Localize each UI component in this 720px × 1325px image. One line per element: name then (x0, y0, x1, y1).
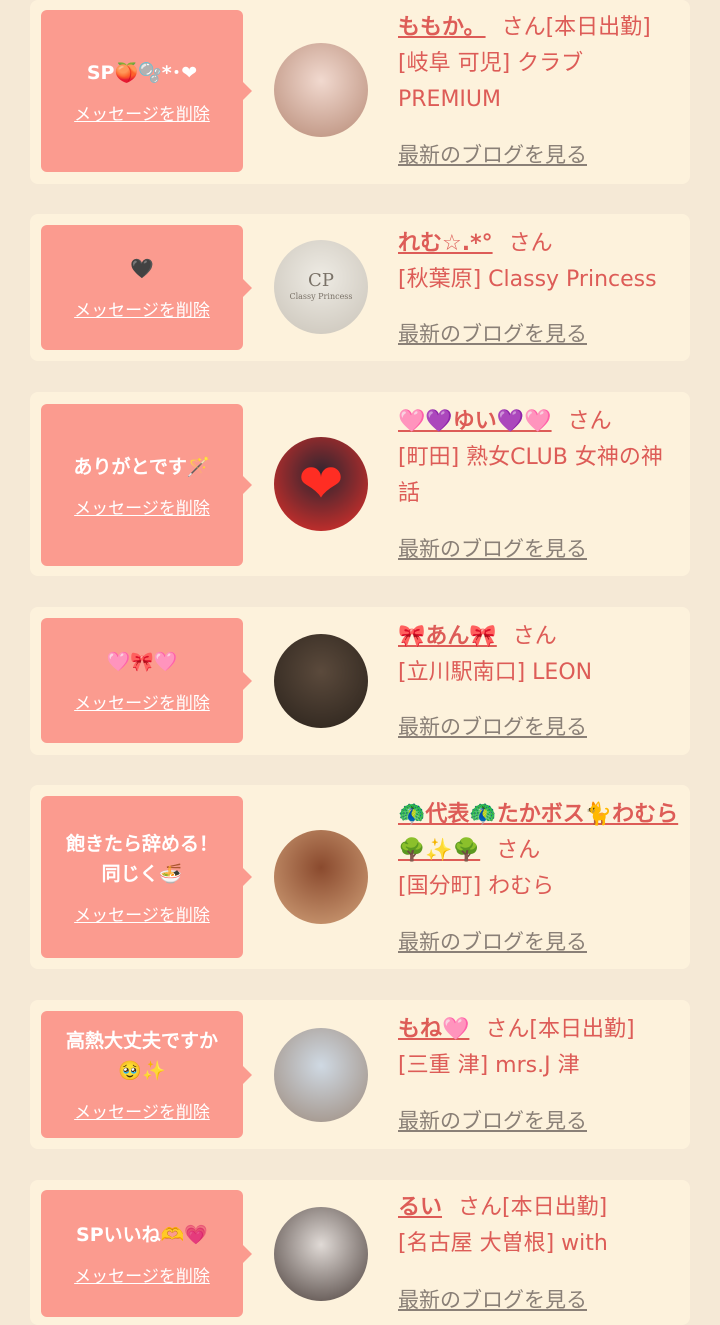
message-bubble: ありがとです🪄 メッセージを削除 (41, 404, 252, 566)
sender-status: さん[本日出勤] (501, 15, 651, 40)
heart-icon: ❤ (298, 452, 344, 515)
message-bubble: 飽きたら辞める！ 同じく🍜 メッセージを削除 (41, 796, 252, 958)
sender-status: さん[本日出勤] (458, 1195, 608, 1220)
message-text: 🖤 (130, 258, 154, 280)
message-card: 飽きたら辞める！ 同じく🍜 メッセージを削除 🦚代表🦚たかボス🐈わむら🌳✨🌳 さん [国… (30, 785, 690, 969)
message-card: 🩷🎀🩷 メッセージを削除 🎀あん🎀 さん [立川駅南口] LEON 最新のブログを見る (30, 607, 690, 755)
message-bubble: 🖤 メッセージを削除 (41, 225, 252, 350)
sender-name-link[interactable]: 🎀あん🎀 (398, 624, 497, 649)
delete-message-link[interactable]: メッセージを削除 (74, 1262, 210, 1287)
sender-status: さん (567, 409, 612, 434)
sender-info: れむ☆.*° さん [秋葉原] Classy Princess (398, 226, 682, 298)
delete-message-link[interactable]: メッセージを削除 (74, 296, 210, 321)
sender-name-line: るい さん[本日出勤] (398, 1190, 682, 1226)
sender-name-link[interactable]: ももか。 (398, 15, 486, 40)
message-card: 🖤 メッセージを削除 CP Classy Princess れむ☆.*° さん [秋葉原] … (30, 214, 690, 361)
message-card: SPいいね🫶💗 メッセージを削除 るい さん[本日出勤] [名古屋 大曽根] with 最… (30, 1180, 690, 1325)
message-bubble: 高熱大丈夫ですか 🥹✨ メッセージを削除 (41, 1011, 252, 1138)
shop-name: [三重 津] mrs.J 津 (398, 1053, 580, 1078)
shop-name: [秋葉原] Classy Princess (398, 267, 657, 292)
sender-name-link[interactable]: もね🩷 (398, 1017, 469, 1042)
message-text: 高熱大丈夫ですか 🥹✨ (65, 1030, 218, 1082)
latest-blog-link[interactable]: 最新のブログを見る (398, 318, 587, 348)
woman-photo-avatar[interactable] (274, 634, 368, 728)
woman-photo-avatar[interactable] (274, 1207, 368, 1301)
message-text: SPいいね🫶💗 (76, 1224, 208, 1246)
heart-photo-avatar[interactable]: ❤ (274, 437, 368, 531)
latest-blog-link[interactable]: 最新のブログを見る (398, 1105, 587, 1135)
sender-status: さん (508, 231, 553, 256)
shop-logo: CP Classy Princess (289, 271, 352, 303)
message-text: SP🍑🫧*･❤ (86, 61, 198, 84)
sender-status: さん (512, 624, 557, 649)
shop-name: [国分町] わむら (398, 874, 555, 899)
delete-message-link[interactable]: メッセージを削除 (74, 901, 210, 926)
woman-photo-avatar[interactable] (274, 1028, 368, 1122)
delete-message-link[interactable]: メッセージを削除 (74, 689, 210, 714)
latest-blog-link[interactable]: 最新のブログを見る (398, 926, 587, 956)
delete-message-link[interactable]: メッセージを削除 (74, 1098, 210, 1123)
sender-name-line: れむ☆.*° さん (398, 226, 682, 262)
sender-info: もね🩷 さん[本日出勤] [三重 津] mrs.J 津 (398, 1012, 682, 1084)
sender-info: 🦚代表🦚たかボス🐈わむら🌳✨🌳 さん [国分町] わむら (398, 797, 682, 905)
delete-message-link[interactable]: メッセージを削除 (74, 494, 210, 519)
shop-logo-avatar[interactable]: CP Classy Princess (274, 240, 368, 334)
latest-blog-link[interactable]: 最新のブログを見る (398, 139, 587, 169)
shop-logo-monogram: CP (308, 270, 334, 291)
shop-name: [立川駅南口] LEON (398, 660, 593, 685)
sender-name-line: 🦚代表🦚たかボス🐈わむら🌳✨🌳 さん (398, 797, 682, 869)
message-bubble: SP🍑🫧*･❤ メッセージを削除 (41, 10, 252, 172)
sender-info: 🩷💜ゆい💜🩷 さん [町田] 熟女CLUB 女神の神話 (398, 404, 682, 512)
woman-photo-avatar[interactable] (274, 43, 368, 137)
sender-name-line: 🩷💜ゆい💜🩷 さん (398, 404, 682, 440)
delete-message-link[interactable]: メッセージを削除 (74, 100, 210, 125)
sender-name-link[interactable]: れむ☆.*° (398, 231, 493, 256)
sender-info: 🎀あん🎀 さん [立川駅南口] LEON (398, 619, 682, 691)
sender-status: さん[本日出勤] (485, 1017, 635, 1042)
shop-name: [名古屋 大曽根] with (398, 1231, 608, 1256)
sender-status: さん (496, 838, 541, 863)
message-bubble: SPいいね🫶💗 メッセージを削除 (41, 1190, 252, 1317)
message-card: SP🍑🫧*･❤ メッセージを削除 ももか。 さん[本日出勤] [岐阜 可児] クラブPR… (30, 0, 690, 184)
shop-name: [岐阜 可児] クラブPREMIUM (398, 51, 584, 112)
shop-logo-text: Classy Princess (289, 292, 353, 301)
message-text: ありがとです🪄 (73, 455, 211, 478)
sender-name-link[interactable]: るい (398, 1195, 442, 1220)
message-card: 高熱大丈夫ですか 🥹✨ メッセージを削除 もね🩷 さん[本日出勤] [三重 津] mrs… (30, 1000, 690, 1149)
sender-info: るい さん[本日出勤] [名古屋 大曽根] with (398, 1190, 682, 1262)
face-photo-avatar[interactable] (274, 830, 368, 924)
sender-name-line: 🎀あん🎀 さん (398, 619, 682, 655)
message-text: 飽きたら辞める！ 同じく🍜 (65, 832, 218, 885)
message-bubble: 🩷🎀🩷 メッセージを削除 (41, 618, 252, 743)
sender-name-line: ももか。 さん[本日出勤] (398, 10, 682, 46)
latest-blog-link[interactable]: 最新のブログを見る (398, 711, 587, 741)
latest-blog-link[interactable]: 最新のブログを見る (398, 533, 587, 563)
message-card: ありがとです🪄 メッセージを削除 ❤ 🩷💜ゆい💜🩷 さん [町田] 熟女CLUB 女神の神… (30, 392, 690, 576)
sender-name-link[interactable]: 🩷💜ゆい💜🩷 (398, 409, 552, 434)
shop-name: [町田] 熟女CLUB 女神の神話 (398, 445, 663, 506)
sender-info: ももか。 さん[本日出勤] [岐阜 可児] クラブPREMIUM (398, 10, 682, 118)
message-text: 🩷🎀🩷 (106, 651, 178, 673)
latest-blog-link[interactable]: 最新のブログを見る (398, 1284, 587, 1314)
sender-name-line: もね🩷 さん[本日出勤] (398, 1012, 682, 1048)
